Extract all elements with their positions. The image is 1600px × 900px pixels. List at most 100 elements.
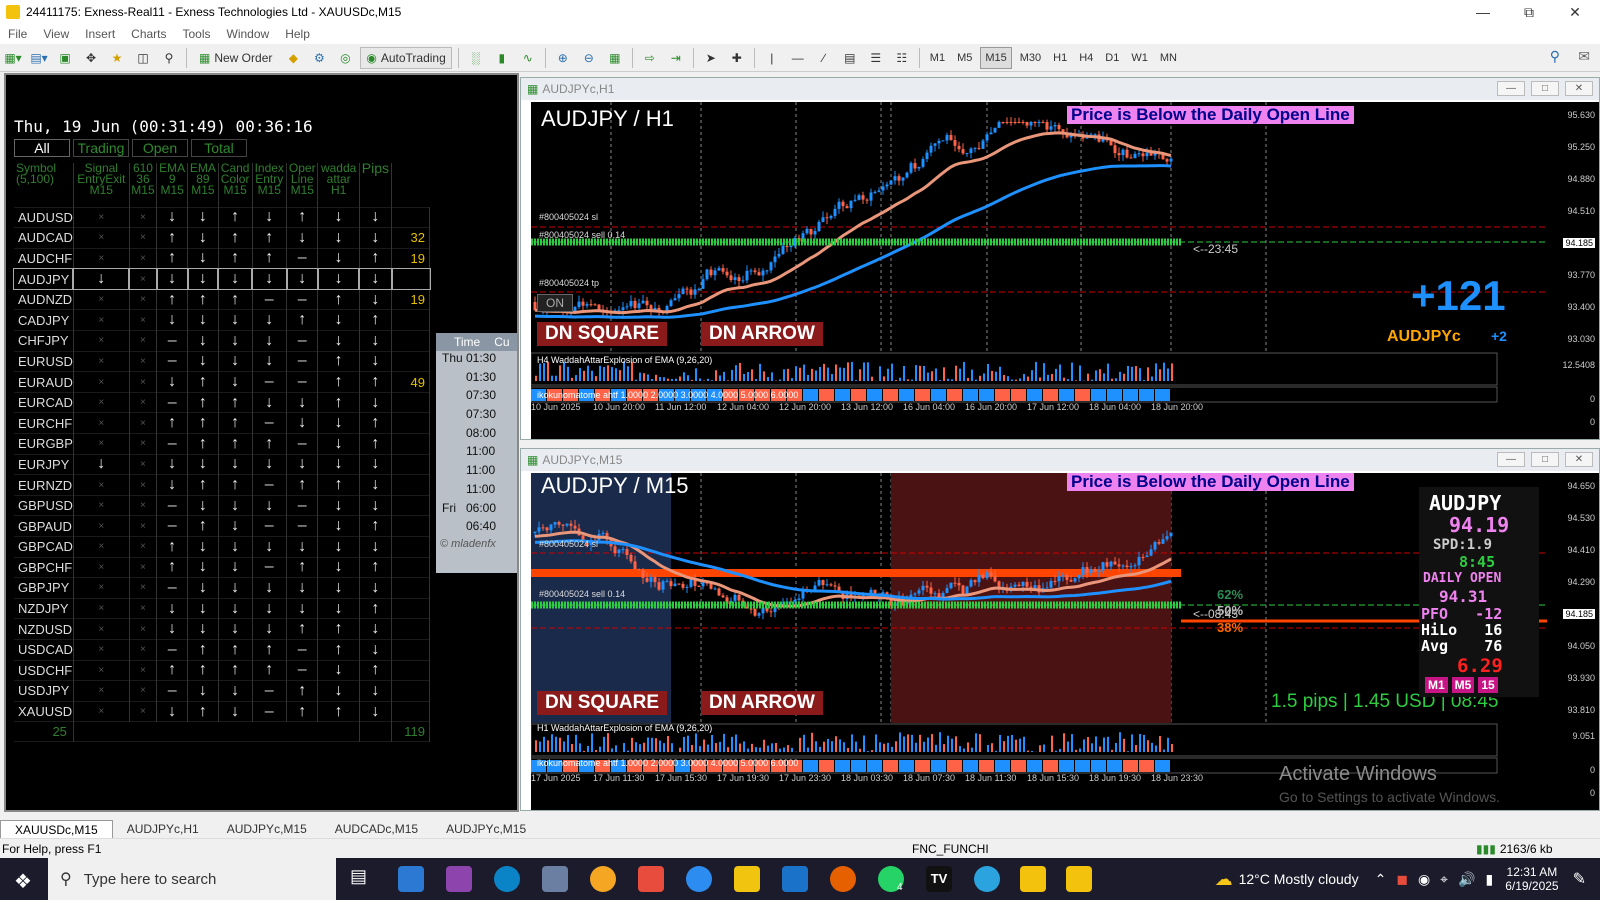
chat-icon[interactable]: ✉ xyxy=(1578,48,1590,65)
symbol-cell[interactable]: AUDCAD xyxy=(14,227,74,249)
symbol-cell[interactable]: GBPAUD xyxy=(14,515,74,537)
chart-tab[interactable]: AUDJPYc,H1 xyxy=(113,820,213,838)
fibonacci-icon[interactable]: ☰ xyxy=(865,47,887,69)
download-icon[interactable] xyxy=(686,866,712,892)
table-row[interactable]: USDCHF × × ↑ ↑ ↑ ↑ – ↓ ↑ xyxy=(14,660,430,681)
chart-maximize-button[interactable]: □ xyxy=(1531,452,1559,467)
trendline-icon[interactable]: ∕ xyxy=(813,47,835,69)
symbol-cell[interactable]: NZDJPY xyxy=(14,598,74,619)
chart-window-audjpy-h1[interactable]: ▦ AUDJPYc,H1 — □ ✕ AUDJPY / H1 Price is Be… xyxy=(520,77,1600,440)
timeframe-m1[interactable]: M1 xyxy=(926,47,949,69)
chart-tab[interactable]: XAUUSDc,M15 xyxy=(0,820,113,838)
mt4-taskbar-icon-2[interactable] xyxy=(1066,866,1092,892)
symbol-cell[interactable]: GBPUSD xyxy=(14,495,74,516)
symbol-cell[interactable]: AUDUSD xyxy=(14,207,74,228)
tile-windows-icon[interactable]: ▦ xyxy=(604,47,626,69)
symbol-cell[interactable]: EURUSD xyxy=(14,351,74,372)
windows-start-icon[interactable]: ❖ xyxy=(14,869,32,894)
table-row[interactable]: USDJPY × × – ↓ ↓ – ↑ ↓ ↓ xyxy=(14,680,430,702)
chart-minimize-button[interactable]: — xyxy=(1497,452,1525,467)
chart-window-audjpy-m15[interactable]: ▦ AUDJPYc,M15 — □ ✕ AUDJPY / M15 Price is … xyxy=(520,448,1600,811)
menu-item-insert[interactable]: Insert xyxy=(77,27,123,41)
table-row[interactable]: AUDJPY ↓ × ↓ ↓ ↓ ↓ ↓ ↓ ↓ xyxy=(12,267,431,291)
chart-area-h1[interactable]: AUDJPY / H1 Price is Below the Daily Ope… xyxy=(531,102,1599,439)
app-icon[interactable] xyxy=(590,866,616,892)
volume-icon[interactable]: 🔊 xyxy=(1458,871,1475,888)
symbol-cell[interactable]: EURCAD xyxy=(14,392,74,413)
edge-icon[interactable] xyxy=(494,866,520,892)
news-row[interactable]: 11:00 xyxy=(436,482,517,501)
cursor-icon[interactable]: ➤ xyxy=(700,47,722,69)
new-order-button[interactable]: ▦ New Order xyxy=(193,47,278,69)
table-row[interactable]: EURGBP × × – ↑ ↑ ↑ – ↓ ↑ xyxy=(14,433,430,455)
table-row[interactable]: NZDJPY × × ↓ ↓ ↓ ↓ ↓ ↓ ↑ xyxy=(14,598,430,619)
horizontal-line-icon[interactable]: — xyxy=(787,47,809,69)
table-row[interactable]: CADJPY × × ↓ ↓ ↓ ↓ ↑ ↓ ↑ xyxy=(14,309,430,331)
candlestick-icon[interactable]: ▮ xyxy=(491,47,513,69)
terminal-icon[interactable]: ◫ xyxy=(132,47,154,69)
table-row[interactable]: EURUSD × × – ↓ ↓ ↓ – ↑ ↓ xyxy=(14,351,430,372)
symbol-cell[interactable]: CHFJPY xyxy=(14,330,74,352)
notification-icon[interactable]: ✎ xyxy=(1573,869,1586,889)
task-view-icon[interactable]: ▤ xyxy=(350,866,376,892)
news-row[interactable]: 07:30 xyxy=(436,407,517,426)
symbol-cell[interactable]: CADJPY xyxy=(14,309,74,331)
tray-app-icon[interactable]: ◼ xyxy=(1396,871,1408,888)
info-tf-button-15[interactable]: 15 xyxy=(1478,677,1498,693)
telegram-icon[interactable] xyxy=(974,866,1000,892)
taskbar-search-box[interactable]: ⚲ Type here to search xyxy=(48,858,336,900)
on-toggle-button[interactable]: ON xyxy=(537,294,573,312)
info-tf-button-m1[interactable]: M1 xyxy=(1425,677,1448,693)
news-row[interactable]: Fri 06:00 xyxy=(436,501,517,520)
table-row[interactable]: XAUUSD × × ↓ ↑ ↓ – ↑ ↑ ↓ xyxy=(14,701,430,722)
symbol-cell[interactable]: EURNZD xyxy=(14,474,74,496)
symbol-cell[interactable]: AUDCHF xyxy=(14,248,74,269)
timeframe-mn[interactable]: MN xyxy=(1156,47,1181,69)
news-row[interactable]: 07:30 xyxy=(436,388,517,407)
news-row[interactable]: 08:00 xyxy=(436,426,517,445)
news-row[interactable]: 11:00 xyxy=(436,463,517,482)
channel-icon[interactable]: ▤ xyxy=(839,47,861,69)
navigator-icon[interactable]: ★ xyxy=(106,47,128,69)
news-row[interactable]: 01:30 xyxy=(436,370,517,389)
symbol-cell[interactable]: AUDJPY xyxy=(12,267,75,291)
table-row[interactable]: AUDUSD × × ↓ ↓ ↑ ↓ ↑ ↓ ↓ xyxy=(14,207,430,228)
symbol-cell[interactable]: GBPJPY xyxy=(14,577,74,599)
table-row[interactable]: GBPUSD × × – ↓ ↓ ↓ – ↓ ↓ xyxy=(14,495,430,516)
chart-close-button[interactable]: ✕ xyxy=(1565,452,1593,467)
calculator-icon[interactable] xyxy=(542,866,568,892)
data-window-icon[interactable]: ✥ xyxy=(80,47,102,69)
timeframe-m15[interactable]: M15 xyxy=(980,46,1012,69)
profiles-icon[interactable]: ▤▾ xyxy=(28,47,50,69)
timeframe-h4[interactable]: H4 xyxy=(1075,47,1097,69)
menu-item-file[interactable]: File xyxy=(0,27,35,41)
symbol-cell[interactable]: GBPCAD xyxy=(14,536,74,558)
camera-icon[interactable]: ◉ xyxy=(1418,871,1430,888)
symbol-cell[interactable]: XAUUSD xyxy=(14,701,74,722)
table-row[interactable]: EURNZD × × ↓ ↑ ↑ – ↑ ↑ ↓ xyxy=(14,474,430,496)
new-chart-icon[interactable]: ▦▾ xyxy=(2,47,24,69)
bar-chart-icon[interactable]: ░ xyxy=(465,47,487,69)
menu-item-help[interactable]: Help xyxy=(277,27,318,41)
symbol-cell[interactable]: EURCHF xyxy=(14,412,74,434)
news-row[interactable]: 06:40 xyxy=(436,519,517,538)
table-row[interactable]: GBPCAD × × ↑ ↓ ↓ ↓ ↓ ↓ ↓ xyxy=(14,536,430,558)
news-row[interactable]: Thu 01:30 xyxy=(436,351,517,370)
chart-area-m15[interactable]: AUDJPY / M15 Price is Below the Daily Op… xyxy=(531,473,1599,810)
experts-icon[interactable]: ⚙ xyxy=(308,47,330,69)
table-row[interactable]: GBPCHF × × ↑ ↓ ↓ – ↑ ↓ ↑ xyxy=(14,557,430,578)
battery-icon[interactable]: ▮ xyxy=(1485,871,1493,888)
menu-item-tools[interactable]: Tools xyxy=(175,27,219,41)
file-explorer-icon[interactable] xyxy=(734,866,760,892)
line-chart-icon[interactable]: ∿ xyxy=(517,47,539,69)
minimize-button[interactable]: — xyxy=(1460,0,1506,24)
table-row[interactable]: CHFJPY × × – ↓ ↓ ↓ – ↓ ↓ xyxy=(14,330,430,352)
strategy-tester-icon[interactable]: ⚲ xyxy=(158,47,180,69)
market-watch-icon[interactable]: ▣ xyxy=(54,47,76,69)
symbol-cell[interactable]: NZDUSD xyxy=(14,618,74,640)
vertical-line-icon[interactable]: | xyxy=(761,47,783,69)
firefox-icon[interactable] xyxy=(830,866,856,892)
network-icon[interactable]: ⌖ xyxy=(1440,871,1448,888)
symbol-cell[interactable]: EURAUD xyxy=(14,371,74,393)
autoscroll-icon[interactable]: ⇨ xyxy=(639,47,661,69)
